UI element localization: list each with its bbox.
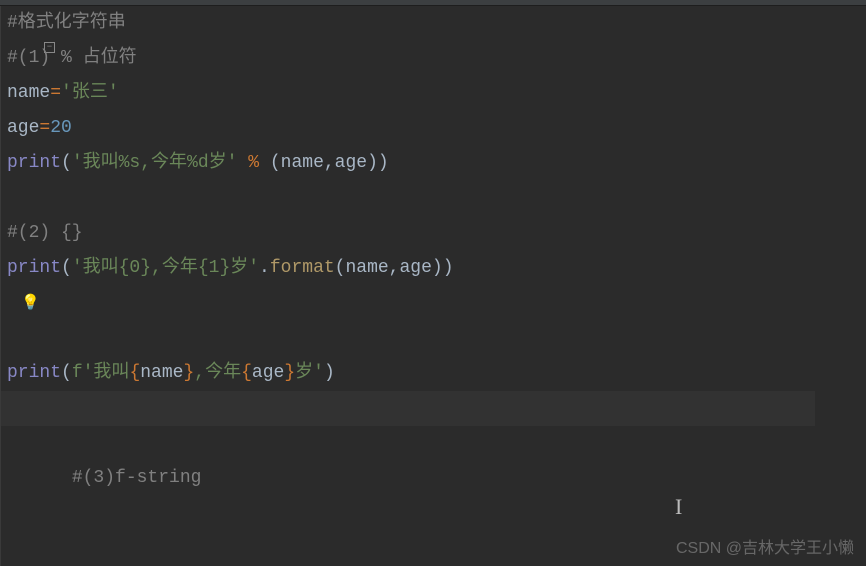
brace: } — [284, 363, 295, 383]
args: (name,age)) — [259, 153, 389, 173]
code-line: #(2) {} — [7, 216, 866, 251]
args: (name,age)) — [335, 258, 454, 278]
identifier: age — [252, 363, 284, 383]
code-line: age=20 — [7, 111, 866, 146]
lightbulb-icon[interactable]: 💡 — [21, 295, 40, 312]
code-editor[interactable]: − #格式化字符串 #(1) % 占位符 name='张三' age=20 pr… — [0, 6, 866, 566]
current-line-highlight — [0, 391, 815, 426]
brace: } — [183, 363, 194, 383]
paren: ( — [61, 153, 72, 173]
brace: { — [129, 363, 140, 383]
brace: { — [241, 363, 252, 383]
operator: = — [50, 83, 61, 103]
fstring: f'我叫 — [72, 363, 130, 383]
number-literal: 20 — [50, 118, 72, 138]
comment: #(2) {} — [7, 223, 83, 243]
text-cursor-icon: I — [675, 494, 682, 520]
paren: ( — [61, 258, 72, 278]
identifier: name — [7, 83, 50, 103]
percent-op: % — [248, 153, 259, 173]
code-line: print('我叫%s,今年%d岁' % (name,age)) — [7, 146, 866, 181]
format-method: format — [270, 258, 335, 278]
comment: #格式化字符串 — [7, 13, 126, 33]
watermark: CSDN @吉林大学王小懒 — [676, 534, 854, 558]
builtin-print: print — [7, 153, 61, 173]
dot: . — [259, 258, 270, 278]
builtin-print: print — [7, 363, 61, 383]
comment: #(3)f-string — [72, 468, 202, 488]
string-literal: '我叫{0},今年{1}岁' — [72, 258, 259, 278]
identifier: age — [7, 118, 39, 138]
comment: #(1) % 占位符 — [7, 48, 137, 68]
string-literal: '我叫%s,今年%d岁' — [72, 153, 248, 173]
code-area[interactable]: #格式化字符串 #(1) % 占位符 name='张三' age=20 prin… — [1, 6, 866, 566]
blank-line — [7, 181, 866, 216]
operator: = — [39, 118, 50, 138]
builtin-print: print — [7, 258, 61, 278]
code-line: #(1) % 占位符 — [7, 41, 866, 76]
fstring: ,今年 — [194, 363, 241, 383]
bulb-line: 💡 — [7, 286, 866, 321]
paren: ( — [61, 363, 72, 383]
code-line: name='张三' — [7, 76, 866, 111]
code-line: print('我叫{0},今年{1}岁'.format(name,age)) — [7, 251, 866, 286]
code-line: #格式化字符串 — [7, 6, 866, 41]
identifier: name — [140, 363, 183, 383]
code-line: #(3)f-string — [7, 321, 866, 356]
string-literal: '张三' — [61, 83, 119, 103]
paren: ) — [324, 363, 335, 383]
fstring: 岁' — [295, 363, 324, 383]
